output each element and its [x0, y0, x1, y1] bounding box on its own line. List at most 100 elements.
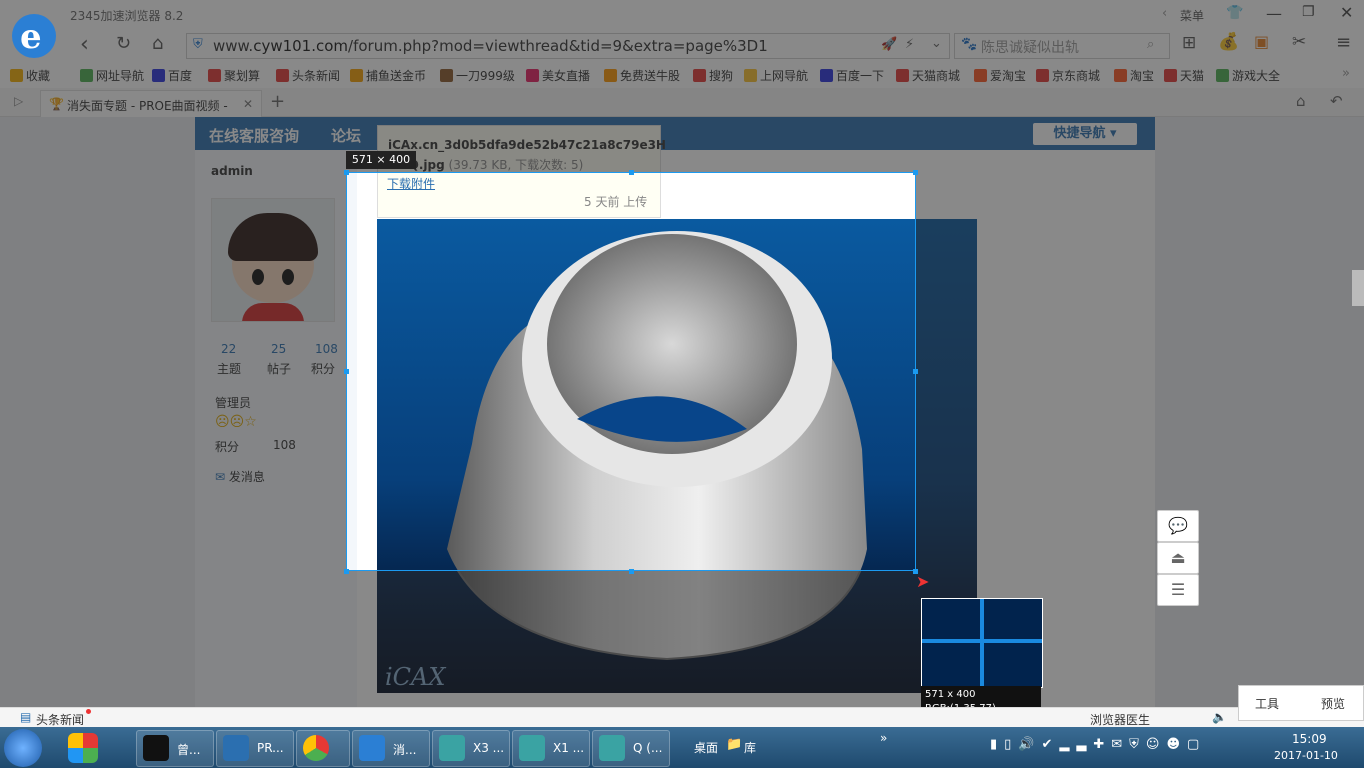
bookmark-11[interactable]: 百度一下 [820, 67, 884, 84]
bookmark-label: 一刀999级 [456, 69, 515, 83]
bookmark-4[interactable]: 头条新闻 [276, 67, 340, 84]
more-icon[interactable]: ≡ [1336, 32, 1351, 53]
url-path: /forum.php?mod=viewthread&tid=9&extra=pa… [348, 37, 768, 55]
taskbar-item-3[interactable]: 消... [352, 730, 430, 767]
comment-icon[interactable]: 💬 [1157, 510, 1199, 542]
taskbar-item-4[interactable]: X3 ... [432, 730, 510, 767]
color-app-icon[interactable] [68, 733, 98, 763]
taskbar-item-label: Q (... [633, 741, 663, 755]
search-icon[interactable]: ⌕ [1147, 37, 1154, 52]
search-input[interactable]: 陈思诚疑似出轨 [981, 37, 1079, 57]
back-history-icon[interactable]: ‹ [1162, 6, 1167, 21]
refresh-icon[interactable]: ↻ [116, 33, 131, 54]
taskbar-item-6[interactable]: Q (... [592, 730, 670, 767]
bookmark-14[interactable]: 京东商城 [1036, 67, 1100, 84]
home-icon[interactable]: ⌂ [152, 33, 163, 54]
lightning-icon[interactable]: ⚡ [905, 37, 914, 52]
taskbar-item-0[interactable]: 曾... [136, 730, 214, 767]
resize-handle-e[interactable] [913, 369, 918, 374]
bookmark-icon [152, 69, 165, 82]
browser-doctor-link[interactable]: 浏览器医生 [1090, 711, 1150, 728]
bookmark-7[interactable]: 美女直播 [526, 67, 590, 84]
bookmark-label: 百度 [168, 69, 193, 83]
stat-value[interactable]: 22 [221, 342, 236, 356]
back-to-top-icon[interactable]: ⏏ [1157, 542, 1199, 574]
game-icon[interactable]: ▣ [1254, 32, 1269, 51]
bookmark-6[interactable]: 一刀999级 [440, 67, 515, 84]
new-tab-icon[interactable]: + [270, 91, 285, 112]
bookmark-8[interactable]: 免费送牛股 [604, 67, 680, 84]
bookmark-icon [604, 69, 617, 82]
close-icon[interactable]: ✕ [1340, 3, 1353, 22]
bookmark-17[interactable]: 游戏大全 [1216, 67, 1280, 84]
taskbar-app-icon [519, 735, 545, 761]
stat-value[interactable]: 108 [315, 342, 338, 356]
dropdown-icon[interactable]: ⌄ [931, 36, 942, 51]
minimize-icon[interactable]: — [1266, 4, 1282, 23]
bookmark-12[interactable]: 天猫商城 [896, 67, 960, 84]
resize-handle-w[interactable] [344, 369, 349, 374]
resize-handle-nw[interactable] [344, 170, 349, 175]
volume-icon[interactable]: 🔈 [1212, 710, 1227, 724]
status-bar: ▤ 头条新闻 浏览器医生 🔈 [0, 707, 1364, 728]
library-label[interactable]: 库 [744, 739, 756, 756]
restore-tabs-icon[interactable]: ⌂ [1296, 92, 1306, 110]
bookmark-5[interactable]: 捕鱼送金币 [350, 67, 426, 84]
tray-expand-icon[interactable]: » [880, 731, 887, 745]
scissors-icon[interactable]: ✂ [1292, 32, 1306, 52]
rocket-icon[interactable]: 🚀 [881, 37, 897, 52]
menu-label[interactable]: 菜单 [1180, 7, 1204, 24]
notification-dot [86, 709, 91, 714]
bookmark-10[interactable]: 上网导航 [744, 67, 808, 84]
quick-nav-button[interactable]: 快捷导航 ▾ [1033, 123, 1137, 145]
taskbar-item-2[interactable] [296, 730, 350, 767]
sidebar-toggle-icon[interactable]: ▷ [14, 94, 23, 108]
resize-handle-ne[interactable] [913, 170, 918, 175]
search-box[interactable]: 🐾 陈思诚疑似出轨 ⌕ [954, 33, 1170, 59]
nav-forum-link[interactable]: 论坛 [331, 125, 361, 146]
taskbar-item-1[interactable]: PR... [216, 730, 294, 767]
quick-nav-label: 快捷导航 [1053, 126, 1106, 141]
news-link[interactable]: 头条新闻 [36, 711, 84, 728]
resize-handle-sw[interactable] [344, 569, 349, 574]
resize-handle-n[interactable] [629, 170, 634, 175]
tab-forum[interactable]: 🏆 消失面专题 - PROE曲面视频 - ✕ [40, 90, 262, 117]
restore-icon[interactable]: ❐ [1302, 4, 1315, 20]
tab-favicon-icon: 🏆 [49, 97, 64, 111]
nav-service-link[interactable]: 在线客服咨询 [209, 125, 299, 146]
gift-icon[interactable]: 💰 [1218, 32, 1239, 52]
mail-icon: ✉ [215, 470, 226, 484]
bookmark-15[interactable]: 淘宝 [1114, 67, 1154, 84]
bookmark-0[interactable]: 收藏 [10, 67, 50, 84]
resize-handle-s[interactable] [629, 569, 634, 574]
stat-value[interactable]: 25 [271, 342, 286, 356]
bookmark-2[interactable]: 百度 [152, 67, 192, 84]
desktop-label[interactable]: 桌面 [694, 739, 718, 756]
scrollbar[interactable] [1352, 270, 1364, 306]
username[interactable]: admin [211, 164, 253, 178]
capture-selection[interactable] [346, 172, 916, 571]
preview-button[interactable]: 预览 [1321, 695, 1345, 712]
bookmarks-more-icon[interactable]: » [1342, 66, 1350, 81]
apps-icon[interactable]: ⊞ [1182, 33, 1196, 53]
bookmark-13[interactable]: 爱淘宝 [974, 67, 1026, 84]
bookmark-9[interactable]: 搜狗 [693, 67, 733, 84]
tools-button[interactable]: 工具 [1255, 695, 1279, 712]
list-icon[interactable]: ☰ [1157, 574, 1199, 606]
undo-icon[interactable]: ↶ [1330, 92, 1343, 110]
taskbar-item-label: X3 ... [473, 741, 505, 755]
taskbar: 曾... PR... 消... X3 ... X1 ... Q (... 桌面 📁 库 »… [0, 727, 1364, 768]
taskbar-item-5[interactable]: X1 ... [512, 730, 590, 767]
bookmark-icon [1036, 69, 1049, 82]
bookmark-1[interactable]: 网址导航 [80, 67, 144, 84]
bookmark-3[interactable]: 聚划算 [208, 67, 260, 84]
shirt-icon[interactable]: 👕 [1226, 5, 1243, 21]
avatar[interactable] [211, 198, 335, 322]
back-icon[interactable]: ‹ [80, 32, 89, 57]
bookmark-16[interactable]: 天猫 [1164, 67, 1204, 84]
taskbar-item-label: 曾... [177, 743, 201, 757]
tab-close-icon[interactable]: ✕ [243, 97, 253, 111]
send-message-link[interactable]: ✉ 发消息 [215, 468, 265, 485]
address-bar[interactable]: ⛨ www.cyw101.com/forum.php?mod=viewthrea… [186, 33, 950, 59]
start-button-icon[interactable] [4, 729, 42, 767]
